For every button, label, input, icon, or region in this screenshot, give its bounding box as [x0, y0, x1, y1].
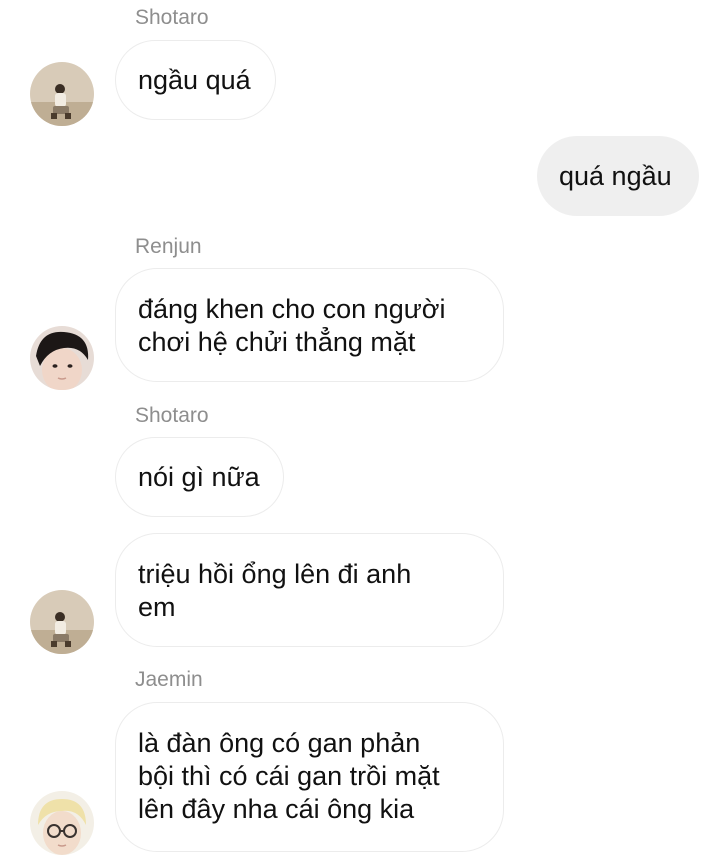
outgoing-message-bubble[interactable]: quá ngầu [537, 136, 699, 216]
message-text: quá ngầu [559, 160, 672, 191]
avatar[interactable] [30, 590, 94, 654]
avatar-renjun-photo [30, 326, 94, 390]
avatar-jaemin-photo [30, 791, 94, 855]
sender-name-shotaro: Shotaro [135, 404, 209, 427]
sender-name-renjun: Renjun [135, 235, 202, 258]
message-text: nói gì nữa [138, 461, 260, 492]
avatar-shotaro-photo [30, 590, 94, 654]
avatar[interactable] [30, 62, 94, 126]
message-text: ngầu quá [138, 64, 251, 95]
message-text: đáng khen cho con người chơi hệ chửi thẳ… [138, 294, 446, 357]
sender-name-jaemin: Jaemin [135, 668, 203, 691]
avatar-shotaro-photo [30, 62, 94, 126]
message-text: là đàn ông có gan phản bội thì có cái ga… [138, 728, 440, 824]
message-bubble[interactable]: nói gì nữa [115, 437, 284, 517]
message-bubble[interactable]: ngầu quá [115, 40, 276, 120]
message-text: triệu hồi ổng lên đi anh em [138, 559, 412, 622]
avatar[interactable] [30, 326, 94, 390]
sender-name-shotaro: Shotaro [135, 6, 209, 29]
message-bubble[interactable]: triệu hồi ổng lên đi anh em [115, 533, 504, 647]
message-bubble[interactable]: là đàn ông có gan phản bội thì có cái ga… [115, 702, 504, 852]
message-bubble[interactable]: đáng khen cho con người chơi hệ chửi thẳ… [115, 268, 504, 382]
avatar[interactable] [30, 791, 94, 855]
